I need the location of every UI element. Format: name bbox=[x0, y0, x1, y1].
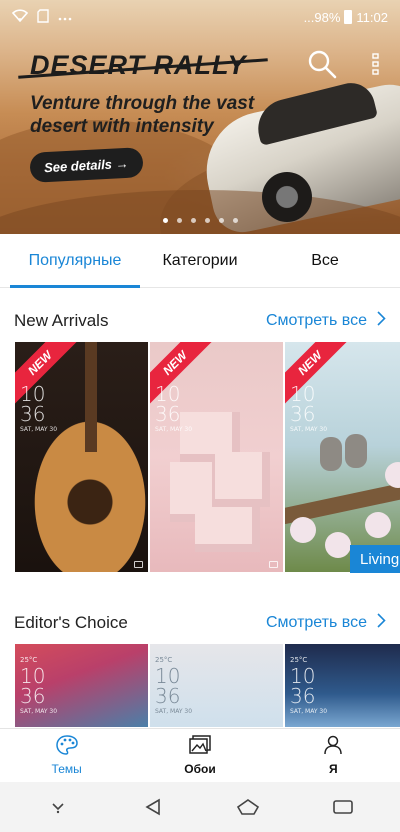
clock-minute: 36 bbox=[20, 402, 46, 426]
theme-card-editor-2[interactable]: 25°C 10 36 SAT, MAY 30 bbox=[150, 644, 283, 727]
battery-percent: ...98% bbox=[303, 9, 341, 25]
blossom-decoration bbox=[385, 462, 400, 488]
clock-minute: 36 bbox=[155, 402, 181, 426]
clock-date: SAT, MAY 30 bbox=[155, 426, 193, 433]
search-icon[interactable] bbox=[306, 48, 338, 80]
clock-date: SAT, MAY 30 bbox=[20, 708, 58, 715]
weather-readout: 25°C bbox=[20, 656, 38, 664]
sd-card-icon bbox=[36, 8, 50, 26]
clock-date: SAT, MAY 30 bbox=[20, 426, 58, 433]
camera-icon bbox=[134, 561, 143, 568]
new-arrivals-header: New Arrivals Смотреть все bbox=[0, 306, 400, 336]
pager-dot[interactable] bbox=[218, 218, 224, 223]
nav-themes[interactable]: Темы bbox=[0, 729, 133, 782]
editors-choice-carousel: 25°C 10 36 SAT, MAY 30 25°C 10 36 SAT, M… bbox=[15, 644, 400, 727]
lockscreen-clock: 25°C 10 36 SAT, MAY 30 bbox=[155, 656, 192, 715]
pager-dot[interactable] bbox=[162, 218, 168, 223]
weather-readout: 25°C bbox=[290, 656, 308, 664]
camera-icon bbox=[269, 561, 278, 568]
system-navigation-bar bbox=[0, 782, 400, 832]
more-options-icon[interactable] bbox=[366, 50, 386, 78]
clock-hour: 10 bbox=[290, 664, 316, 688]
see-details-button[interactable]: See details → bbox=[29, 147, 144, 183]
wifi-icon bbox=[11, 9, 29, 25]
living-category-chip[interactable]: Living bbox=[350, 545, 400, 573]
clock-minute: 36 bbox=[290, 684, 316, 708]
blossom-decoration bbox=[325, 532, 351, 558]
see-all-label: Смотреть все bbox=[265, 614, 367, 631]
banner-subtitle: Venture through the vast desert with int… bbox=[30, 93, 255, 137]
lockscreen-clock: 25°C 10 36 SAT, MAY 30 bbox=[290, 656, 327, 715]
tab-categories[interactable]: Категории bbox=[150, 234, 250, 288]
hide-nav-icon[interactable] bbox=[43, 792, 73, 822]
pager-dot[interactable] bbox=[176, 218, 182, 223]
battery-icon bbox=[344, 10, 353, 24]
pager-dot[interactable] bbox=[190, 218, 196, 223]
nav-profile[interactable]: Я bbox=[267, 729, 400, 782]
lockscreen-clock: 10 36 SAT, MAY 30 bbox=[20, 384, 57, 433]
clock-date: SAT, MAY 30 bbox=[290, 708, 328, 715]
see-details-label: See details → bbox=[43, 155, 129, 175]
chevron-right-icon bbox=[377, 311, 386, 331]
theme-card-editor-3[interactable]: 25°C 10 36 SAT, MAY 30 bbox=[285, 644, 400, 727]
lockscreen-clock: 10 36 SAT, MAY 30 bbox=[290, 384, 327, 433]
living-label: Living bbox=[360, 550, 400, 568]
nav-label: Я bbox=[329, 762, 338, 776]
lockscreen-clock: 25°C 10 36 SAT, MAY 30 bbox=[20, 656, 57, 715]
editors-choice-header: Editor's Choice Смотреть все bbox=[0, 608, 400, 638]
clock-hour: 10 bbox=[155, 382, 181, 406]
theme-card-guitar[interactable]: NEW 10 36 SAT, MAY 30 bbox=[15, 342, 148, 572]
section-title: Editor's Choice bbox=[14, 613, 128, 632]
clock-hour: 10 bbox=[20, 382, 46, 406]
tab-popular[interactable]: Популярные bbox=[0, 234, 150, 288]
see-all-link[interactable]: Смотреть все bbox=[266, 613, 386, 633]
clock-minute: 36 bbox=[20, 684, 46, 708]
new-arrivals-carousel: NEW 10 36 SAT, MAY 30 NEW 10 36 SAT, MAY… bbox=[15, 342, 400, 572]
status-bar: ...98% 11:02 bbox=[0, 0, 400, 34]
theme-card-lemurs[interactable]: NEW 10 36 SAT, MAY 30 bbox=[285, 342, 400, 572]
home-icon[interactable] bbox=[233, 792, 263, 822]
pager-dot[interactable] bbox=[232, 218, 238, 223]
theme-card-cubes[interactable]: NEW 10 36 SAT, MAY 30 bbox=[150, 342, 283, 572]
bottom-navigation: Темы Обои Я bbox=[0, 728, 400, 782]
nav-label: Обои bbox=[184, 762, 216, 776]
clock-hour: 10 bbox=[290, 382, 316, 406]
banner[interactable]: ...98% 11:02 DESERT RALLY Venture throug… bbox=[0, 0, 400, 234]
guitar-neck bbox=[85, 342, 97, 452]
lemur-figure bbox=[320, 437, 342, 471]
category-tabs: Популярные Категории Все bbox=[0, 234, 400, 288]
theme-card-editor-1[interactable]: 25°C 10 36 SAT, MAY 30 bbox=[15, 644, 148, 727]
blossom-decoration bbox=[365, 512, 391, 538]
more-notifications-icon bbox=[58, 10, 72, 25]
lockscreen-clock: 10 36 SAT, MAY 30 bbox=[155, 384, 192, 433]
banner-title: DESERT RALLY bbox=[30, 50, 247, 80]
palette-icon bbox=[55, 735, 78, 758]
clock-hour: 10 bbox=[20, 664, 46, 688]
recent-apps-icon[interactable] bbox=[328, 792, 358, 822]
wallpaper-icon bbox=[189, 735, 211, 758]
clock-minute: 36 bbox=[155, 684, 181, 708]
section-title: New Arrivals bbox=[14, 311, 109, 330]
weather-readout: 25°C bbox=[155, 656, 173, 664]
clock-date: SAT, MAY 30 bbox=[290, 426, 328, 433]
clock-date: SAT, MAY 30 bbox=[155, 708, 193, 715]
see-all-label: Смотреть все bbox=[265, 312, 367, 329]
nav-wallpapers[interactable]: Обои bbox=[133, 729, 266, 782]
nav-label: Темы bbox=[51, 762, 82, 776]
back-icon[interactable] bbox=[138, 792, 168, 822]
person-icon bbox=[323, 735, 343, 758]
pager-dot[interactable] bbox=[204, 218, 210, 223]
tab-all[interactable]: Все bbox=[250, 234, 400, 288]
cube-shape bbox=[215, 452, 270, 507]
chevron-right-icon bbox=[377, 613, 386, 633]
clock-time: 11:02 bbox=[356, 9, 388, 25]
suv-wheel bbox=[262, 172, 312, 222]
lemur-figure bbox=[345, 434, 367, 468]
cube-shape bbox=[195, 507, 260, 552]
see-all-link[interactable]: Смотреть все bbox=[266, 311, 386, 331]
banner-pager bbox=[0, 218, 400, 223]
clock-minute: 36 bbox=[290, 402, 316, 426]
blossom-decoration bbox=[290, 517, 316, 543]
clock-hour: 10 bbox=[155, 664, 181, 688]
